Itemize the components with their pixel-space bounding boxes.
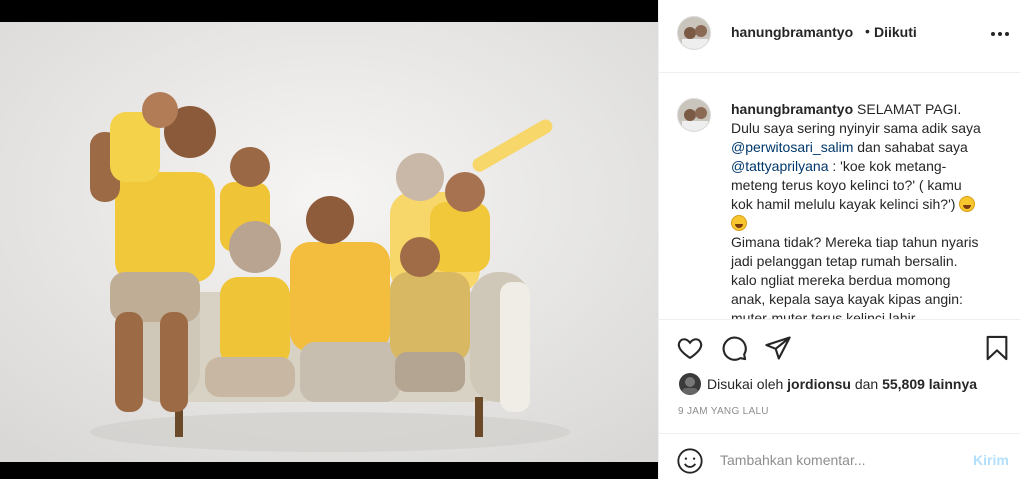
mention-link[interactable]: @perwitosari_salim (731, 139, 853, 155)
caption-text: kok hamil melulu kayak kelinci sih?') (731, 196, 960, 212)
post-timestamp[interactable]: 9 JAM YANG LALU (678, 406, 769, 417)
more-options-icon[interactable] (991, 26, 1011, 42)
caption-author-avatar[interactable] (677, 98, 711, 132)
caption-text: muter-muter terus kelinci lahir (731, 310, 916, 319)
post-caption: hanungbramantyo SELAMAT PAGI. Dulu saya … (731, 100, 1006, 319)
laughing-emoji-icon (959, 196, 976, 212)
liker-avatar[interactable] (679, 373, 701, 395)
caption-text: Dulu saya sering nyinyir sama adik saya (731, 120, 981, 136)
likes-prefix: Disukai oleh (707, 376, 788, 392)
post-actions: Disukai oleh jordionsu dan 55,809 lainny… (659, 319, 1020, 479)
caption-username[interactable]: hanungbramantyo (731, 101, 853, 117)
family-photo-illustration (0, 22, 658, 462)
likes-text: Disukai oleh jordionsu dan 55,809 lainny… (707, 376, 977, 392)
separator-dot: • (865, 23, 870, 39)
caption-text: anak, kepala saya kayak kipas angin: (731, 291, 963, 307)
liker-username[interactable]: jordionsu (787, 376, 851, 392)
share-icon[interactable] (764, 334, 792, 362)
avatar-image (678, 17, 710, 49)
caption-text: meteng terus koyo kelinci to?' ( kamu (731, 177, 962, 193)
instagram-post-modal: hanungbramantyo • Diikuti hanungbramanty… (0, 0, 1020, 479)
mention-link[interactable]: @tattyaprilyana (731, 158, 828, 174)
avatar-image (678, 99, 710, 131)
likes-count[interactable]: 55,809 lainnya (882, 376, 977, 392)
comment-input[interactable] (720, 449, 950, 471)
caption-text: kalo ngliat mereka berdua momong (731, 272, 951, 288)
post-media-pane (0, 0, 658, 479)
author-avatar[interactable] (677, 16, 711, 50)
post-sidebar: hanungbramantyo • Diikuti hanungbramanty… (658, 0, 1020, 479)
caption-text: SELAMAT PAGI. (853, 101, 962, 117)
post-header: hanungbramantyo • Diikuti (659, 0, 1020, 73)
caption-text: jadi pelanggan tetap rumah bersalin. (731, 253, 958, 269)
follow-status-button[interactable]: Diikuti (874, 24, 917, 40)
caption-text: : 'koe kok metang- (828, 158, 947, 174)
comment-icon[interactable] (720, 334, 748, 362)
post-photo[interactable] (0, 22, 658, 462)
laughing-emoji-icon (731, 215, 747, 231)
bookmark-icon[interactable] (983, 334, 1011, 362)
heart-icon[interactable] (676, 334, 704, 362)
caption-area: hanungbramantyo SELAMAT PAGI. Dulu saya … (659, 74, 1020, 319)
comment-composer: Kirim (659, 433, 1020, 479)
caption-text: dan sahabat saya (853, 139, 968, 155)
likes-mid: dan (850, 376, 883, 392)
caption-text: Gimana tidak? Mereka tiap tahun nyaris (731, 234, 979, 250)
author-username[interactable]: hanungbramantyo (731, 24, 853, 40)
post-comment-button[interactable]: Kirim (973, 452, 1009, 468)
smiley-icon[interactable] (676, 447, 704, 475)
